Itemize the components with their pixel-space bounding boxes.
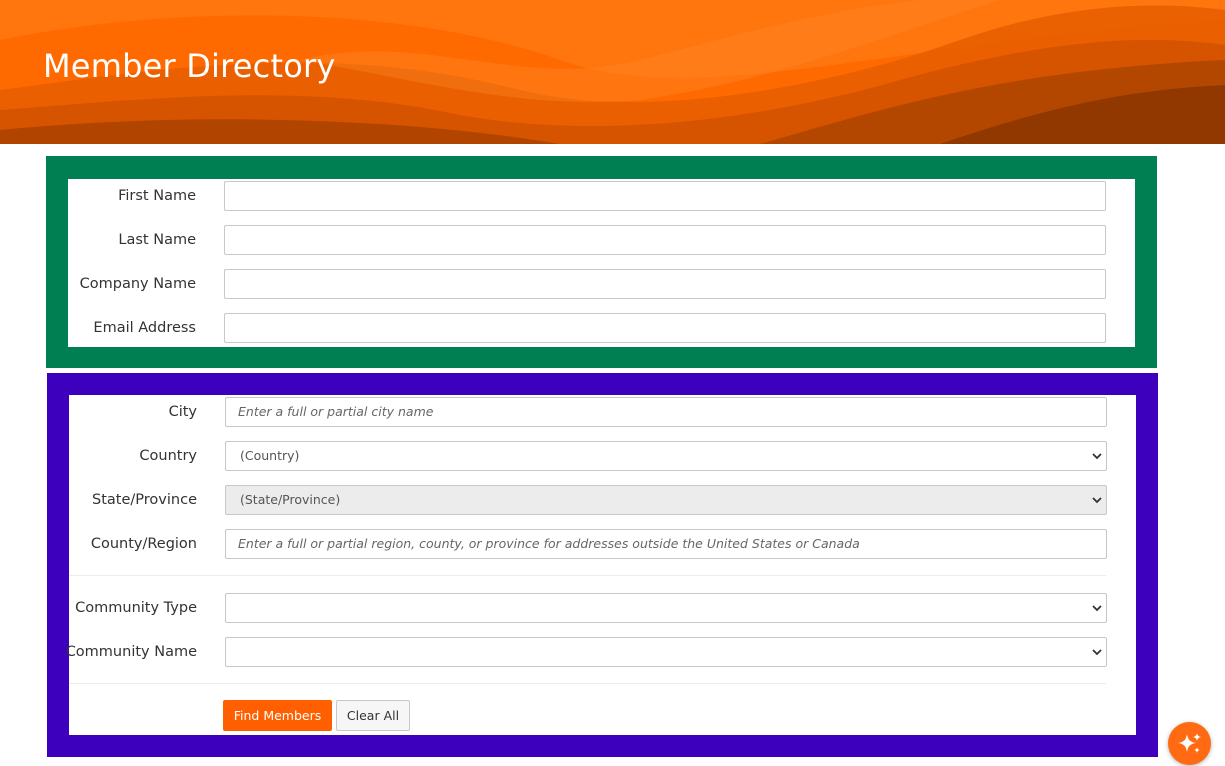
state-label: State/Province — [92, 492, 197, 508]
email-address-label: Email Address — [93, 320, 196, 336]
state-selected-value: (State/Province) — [240, 492, 341, 507]
state-row: State/Province (State/Province) — [69, 485, 1136, 515]
header-banner: Member Directory — [0, 0, 1225, 144]
community-name-select[interactable] — [225, 637, 1107, 667]
chevron-down-icon — [1092, 453, 1102, 460]
company-name-row: Company Name — [68, 269, 1135, 299]
sparkle-icon — [1178, 733, 1201, 753]
city-label: City — [168, 404, 197, 420]
county-label: County/Region — [90, 536, 197, 552]
location-search-form: City Enter a full or partial city name C… — [65, 395, 1136, 735]
country-row: Country (Country) — [69, 441, 1136, 471]
first-name-row: First Name — [68, 181, 1135, 211]
chevron-down-icon — [1092, 605, 1102, 612]
first-name-label: First Name — [118, 188, 196, 204]
location-search-panel: City Enter a full or partial city name C… — [47, 373, 1158, 757]
country-label: Country — [139, 448, 197, 464]
section-divider — [69, 683, 1106, 684]
community-type-label: Community Type — [75, 600, 197, 616]
city-row: City Enter a full or partial city name — [69, 397, 1136, 427]
contact-search-form: First Name Last Name Company Name Email … — [68, 179, 1135, 347]
email-address-row: Email Address — [68, 313, 1135, 343]
county-input[interactable]: Enter a full or partial region, county, … — [225, 529, 1107, 559]
assistant-fab-button[interactable] — [1168, 722, 1211, 765]
community-name-row: Community Name — [65, 637, 1136, 667]
company-name-label: Company Name — [79, 276, 196, 292]
county-row: County/Region Enter a full or partial re… — [69, 529, 1136, 559]
state-select[interactable]: (State/Province) — [225, 485, 1107, 515]
find-members-button[interactable]: Find Members — [223, 700, 332, 731]
last-name-input[interactable] — [224, 225, 1106, 255]
clear-all-button[interactable]: Clear All — [336, 700, 410, 731]
actions-row: Find Members Clear All — [69, 700, 1136, 731]
company-name-input[interactable] — [224, 269, 1106, 299]
country-selected-value: (Country) — [240, 448, 300, 463]
contact-search-panel: First Name Last Name Company Name Email … — [46, 156, 1157, 368]
country-select[interactable]: (Country) — [225, 441, 1107, 471]
email-address-input[interactable] — [224, 313, 1106, 343]
page-title: Member Directory — [43, 47, 336, 85]
section-divider — [69, 575, 1106, 576]
first-name-input[interactable] — [224, 181, 1106, 211]
last-name-label: Last Name — [118, 232, 196, 248]
city-input[interactable]: Enter a full or partial city name — [225, 397, 1107, 427]
chevron-down-icon — [1092, 649, 1102, 656]
last-name-row: Last Name — [68, 225, 1135, 255]
community-type-row: Community Type — [69, 593, 1136, 623]
community-type-select[interactable] — [225, 593, 1107, 623]
chevron-down-icon — [1092, 497, 1102, 504]
community-name-label: Community Name — [65, 644, 197, 660]
